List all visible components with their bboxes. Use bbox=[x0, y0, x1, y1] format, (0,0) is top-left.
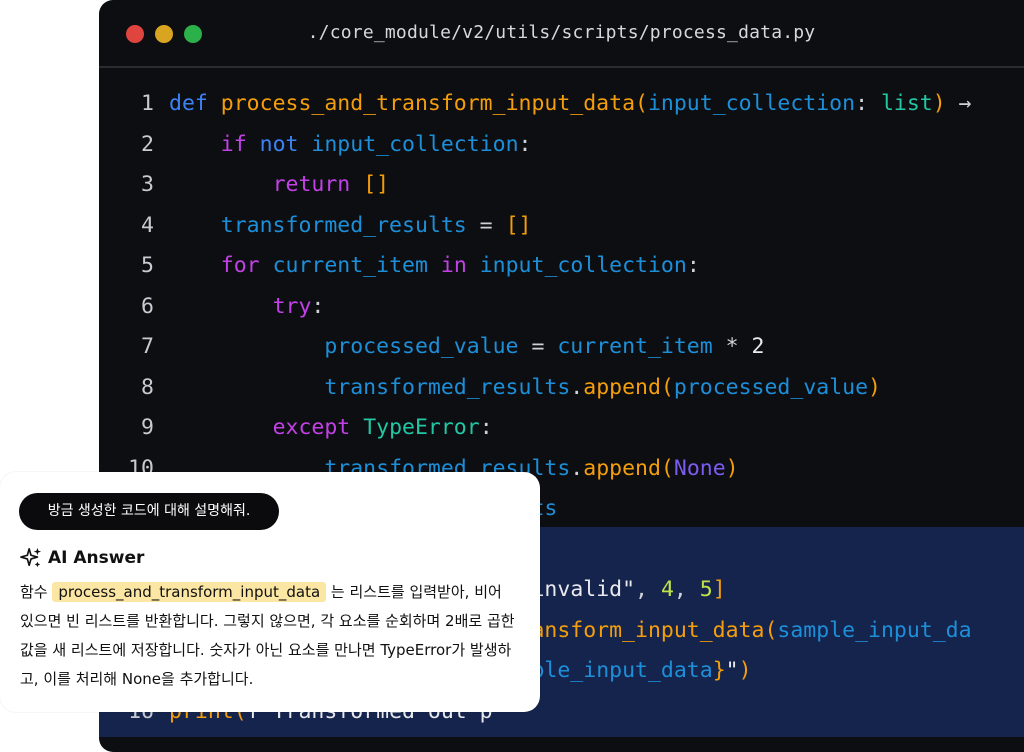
code-token: . bbox=[570, 456, 583, 481]
code-token: ) bbox=[739, 658, 752, 683]
code-token bbox=[350, 415, 363, 440]
code-token: in bbox=[441, 253, 467, 278]
code-token: ) bbox=[933, 91, 946, 116]
code-token bbox=[169, 415, 273, 440]
code-token: ] bbox=[713, 577, 726, 602]
function-name-chip: process_and_transform_input_data bbox=[52, 582, 326, 602]
code-token: append bbox=[583, 456, 661, 481]
code-token: ( bbox=[635, 91, 648, 116]
code-line[interactable]: 1 def process_and_transform_input_data(in… bbox=[99, 84, 972, 124]
code-token bbox=[467, 253, 480, 278]
code-token: " bbox=[726, 658, 739, 683]
line-number: 3 bbox=[99, 165, 154, 205]
code-token: try bbox=[273, 294, 312, 319]
code-token: 2 bbox=[752, 334, 765, 359]
code-token: = bbox=[519, 334, 558, 359]
code-token: ) bbox=[726, 456, 739, 481]
code-token: : bbox=[855, 91, 881, 116]
code-token: process_and_transform_input_data bbox=[221, 91, 635, 116]
code-token bbox=[169, 334, 324, 359]
code-token: ( bbox=[764, 618, 777, 643]
code-token: [] bbox=[363, 172, 389, 197]
code-token: 5 bbox=[700, 577, 713, 602]
line-number: 9 bbox=[99, 408, 154, 448]
code-token: if bbox=[221, 132, 247, 157]
code-line[interactable]: 9 except TypeError: bbox=[99, 408, 493, 448]
code-token bbox=[169, 172, 273, 197]
line-number: 1 bbox=[99, 84, 154, 124]
code-token: 4 bbox=[661, 577, 674, 602]
answer-lead: 함수 bbox=[20, 583, 52, 601]
code-token bbox=[208, 91, 221, 116]
code-line[interactable]: 5 for current_item in input_collection: bbox=[99, 246, 700, 286]
code-token: processed_value bbox=[324, 334, 518, 359]
line-number: 2 bbox=[99, 125, 154, 165]
code-token bbox=[350, 172, 363, 197]
line-number: 4 bbox=[99, 206, 154, 246]
code-line[interactable]: 6 try: bbox=[99, 287, 324, 327]
code-token: sample_input_da bbox=[777, 618, 971, 643]
line-number: 6 bbox=[99, 287, 154, 327]
code-token: def bbox=[169, 91, 208, 116]
code-token: append bbox=[583, 375, 661, 400]
code-token: input_collection bbox=[480, 253, 687, 278]
code-token: list bbox=[881, 91, 933, 116]
code-line[interactable]: 8 transformed_results.append(processed_v… bbox=[99, 368, 881, 408]
code-token: ( bbox=[661, 456, 674, 481]
code-token bbox=[169, 375, 324, 400]
user-prompt-bubble: 방금 생성한 코드에 대해 설명해줘. bbox=[19, 493, 279, 530]
code-token: , bbox=[635, 577, 661, 602]
code-token bbox=[247, 132, 260, 157]
code-token: current_item bbox=[557, 334, 712, 359]
code-token bbox=[169, 213, 221, 238]
code-token: : bbox=[519, 132, 532, 157]
file-path-title: ./core_module/v2/utils/scripts/process_d… bbox=[99, 22, 1024, 43]
code-token bbox=[169, 132, 221, 157]
code-token: transformed_results bbox=[324, 375, 570, 400]
code-line[interactable]: 4 transformed_results = [] bbox=[99, 206, 531, 246]
code-token: : bbox=[687, 253, 700, 278]
code-token: not bbox=[260, 132, 299, 157]
code-token bbox=[428, 253, 441, 278]
code-token: * bbox=[713, 334, 752, 359]
code-token: input_collection bbox=[648, 91, 855, 116]
code-token: transformed_results bbox=[221, 213, 467, 238]
code-token: current_item bbox=[273, 253, 428, 278]
line-number: 7 bbox=[99, 327, 154, 367]
sparkle-icon bbox=[20, 547, 42, 569]
line-number: 5 bbox=[99, 246, 154, 286]
ai-answer-title: AI Answer bbox=[48, 546, 144, 570]
ai-chat-panel: 방금 생성한 코드에 대해 설명해줘. AI Answer 함수 process… bbox=[0, 472, 540, 712]
code-token: → bbox=[946, 91, 972, 116]
code-token: , bbox=[674, 577, 700, 602]
ai-answer-text: 함수 process_and_transform_input_data 는 리스… bbox=[20, 578, 520, 694]
editor-titlebar: ./core_module/v2/utils/scripts/process_d… bbox=[99, 0, 1024, 68]
code-token: for bbox=[221, 253, 260, 278]
code-token: input_collection bbox=[311, 132, 518, 157]
code-token: : bbox=[311, 294, 324, 319]
code-token bbox=[298, 132, 311, 157]
code-token: processed_value bbox=[674, 375, 868, 400]
code-token: return bbox=[273, 172, 351, 197]
code-token: None bbox=[674, 456, 726, 481]
code-token: } bbox=[713, 658, 726, 683]
code-token: : bbox=[480, 415, 493, 440]
code-token: = bbox=[467, 213, 506, 238]
code-token bbox=[169, 253, 221, 278]
code-token bbox=[169, 294, 273, 319]
code-line[interactable]: 2 if not input_collection: bbox=[99, 125, 531, 165]
code-token: except bbox=[273, 415, 351, 440]
code-token bbox=[260, 253, 273, 278]
code-token: ( bbox=[661, 375, 674, 400]
code-token: . bbox=[570, 375, 583, 400]
code-line[interactable]: 3 return [] bbox=[99, 165, 389, 205]
line-number: 8 bbox=[99, 368, 154, 408]
code-line[interactable]: 7 processed_value = current_item * 2 bbox=[99, 327, 765, 367]
code-token: TypeError bbox=[363, 415, 480, 440]
code-token: [] bbox=[506, 213, 532, 238]
code-token: ) bbox=[868, 375, 881, 400]
